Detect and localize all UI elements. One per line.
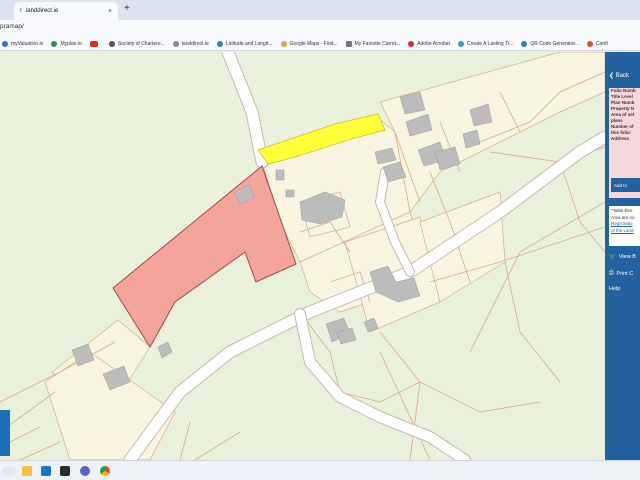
- print-icon: ⎙: [609, 270, 614, 276]
- map-pin-icon: [280, 41, 287, 47]
- bookmark-favicon-icon: [51, 41, 58, 47]
- folio-info-panel: ❮ Back Folio Numb Title Level Plan Numb …: [605, 52, 640, 460]
- bookmark-favicon-icon: [172, 41, 179, 47]
- property-map[interactable]: [0, 52, 605, 460]
- bookmark-favicon-icon: [216, 41, 223, 47]
- teams-icon[interactable]: [80, 466, 90, 476]
- bookmark-item[interactable]: Create A Lasting Tr...: [456, 41, 519, 47]
- bookmark-item[interactable]: Myplan.ie: [49, 41, 87, 47]
- bookmarks-bar: myValuation.ie Myplan.ie Society of Char…: [0, 38, 640, 51]
- folder-icon: [345, 41, 352, 47]
- bookmark-item[interactable]: Confi: [585, 41, 614, 47]
- map-canvas[interactable]: [0, 52, 605, 460]
- bookmark-favicon-icon: [457, 41, 464, 47]
- print-button[interactable]: ⎙ Print C: [609, 270, 633, 277]
- bookmark-favicon-icon: [2, 41, 8, 47]
- app-window: ℓ landdirect.ie × + pramap/ myValuation.…: [0, 0, 640, 480]
- cart-icon: 🛒: [609, 254, 616, 260]
- browser-tab[interactable]: ℓ landdirect.ie ×: [14, 2, 118, 20]
- bookmark-youtube[interactable]: [88, 41, 107, 47]
- bookmark-item[interactable]: My Favorite Carrot...: [344, 41, 407, 47]
- help-link[interactable]: Help: [609, 286, 620, 292]
- bookmark-item[interactable]: landdirect.ie: [171, 41, 215, 47]
- terminal-icon[interactable]: [60, 466, 70, 476]
- new-tab-button[interactable]: +: [124, 3, 130, 14]
- back-button[interactable]: ❮ Back: [609, 72, 629, 79]
- browser-tab-bar: ℓ landdirect.ie × +: [0, 0, 640, 20]
- address-bar[interactable]: pramap/: [0, 20, 640, 38]
- os-taskbar: [0, 460, 640, 480]
- tab-title: landdirect.ie: [25, 8, 59, 14]
- acrobat-icon: [408, 41, 415, 47]
- disclaimer-note: *Tailte Éire Area are no Registratio of …: [609, 206, 640, 246]
- add-to-cart-button[interactable]: Add to: [611, 178, 640, 192]
- address-label: Address: [611, 136, 630, 141]
- tab-favicon-icon: ℓ: [20, 8, 22, 14]
- map-side-toggle[interactable]: [0, 410, 10, 456]
- file-explorer-icon[interactable]: [22, 466, 32, 476]
- bookmark-item[interactable]: Latitude and Longit...: [215, 41, 279, 47]
- youtube-icon: [89, 41, 98, 47]
- outlook-icon[interactable]: [41, 466, 51, 476]
- chevron-left-icon: ❮: [609, 73, 615, 79]
- bookmark-favicon-icon: [108, 41, 115, 47]
- qr-code-icon: [521, 41, 528, 47]
- bookmark-item[interactable]: Society of Chartere...: [107, 41, 171, 47]
- land-link[interactable]: of the Land: [611, 228, 638, 235]
- bookmark-item[interactable]: myValuation.ie: [0, 41, 49, 47]
- bookmark-item[interactable]: QR Code Generator...: [519, 41, 585, 47]
- search-icon[interactable]: [2, 466, 16, 476]
- view-button[interactable]: 🛒 View B: [609, 254, 636, 260]
- bookmark-item[interactable]: Adobe Acrobat: [406, 41, 456, 47]
- url-text: pramap/: [0, 23, 24, 30]
- chrome-icon[interactable]: [100, 466, 110, 476]
- bookmark-favicon-icon: [587, 41, 594, 47]
- close-icon[interactable]: ×: [108, 8, 112, 15]
- bookmark-item[interactable]: Google Maps - Find...: [279, 41, 344, 47]
